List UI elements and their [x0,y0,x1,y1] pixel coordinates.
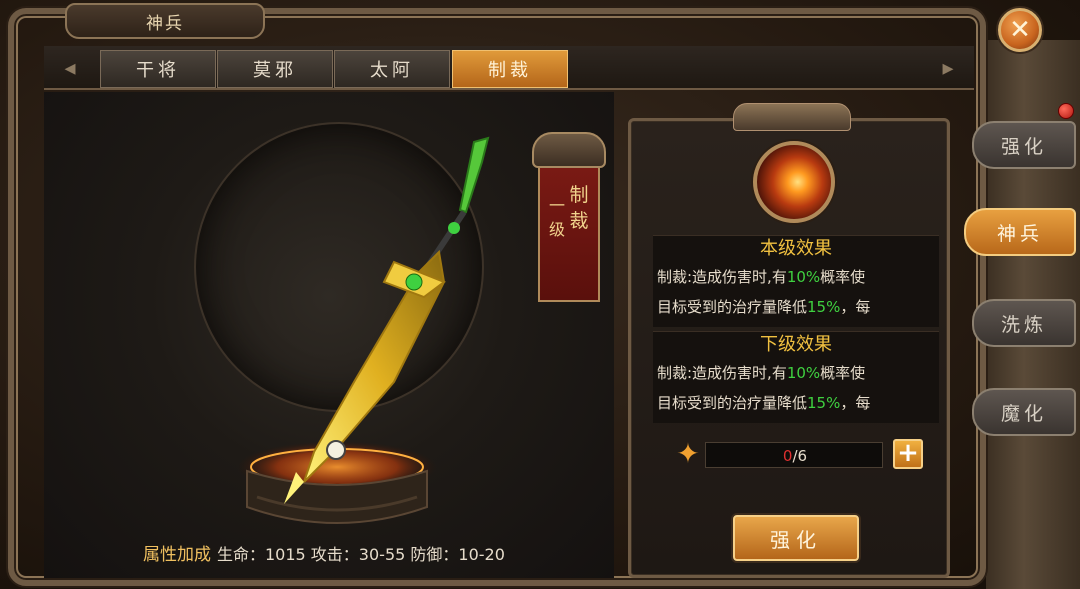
rank-name-text: 制裁 [569,184,589,232]
tab-mo-ye[interactable]: 莫邪 [217,50,333,88]
progress-bar: 0/6 [705,442,883,468]
current-effect-title: 本级效果 [760,238,832,259]
attribute-bonus-values: 生命：1015 攻击：30-55 防御：10-20 [217,545,505,564]
current-effect-line-1: 制裁:造成伤害时,有10%概率使 [657,268,866,286]
panel-crest [733,103,851,131]
close-icon: ✕ [1009,15,1031,45]
current-effect-line-2: 目标受到的治疗量降低15%，每 [657,298,871,316]
strengthen-button[interactable]: 强化 [733,515,859,561]
side-tab-divine-weapon[interactable]: 神兵 [964,208,1076,256]
upgrade-progress: ✦ 0/6 + [671,437,931,471]
tab-prev-arrow-icon[interactable]: ◂ [58,54,82,82]
tab-gan-jiang[interactable]: 干将 [100,50,216,88]
skill-fire-icon [753,141,835,223]
weapon-display-panel: 一级 制裁 属性加成 生命：1015 攻击：30-55 防御：10-20 [44,92,614,578]
rank-level-text: 一级 [548,196,565,239]
add-material-button[interactable]: + [893,439,923,469]
rank-banner: 一级 制裁 [532,132,606,310]
rank-banner-cap [532,132,606,168]
close-button[interactable]: ✕ [998,8,1042,52]
tab-zhi-cai[interactable]: 制裁 [452,50,568,88]
zhi-cai-weapon-image [284,136,490,504]
progress-text: 0/6 [782,447,808,465]
next-effect-line-2: 目标受到的治疗量降低15%，每 [657,394,871,412]
effect-info-panel: 本级效果 制裁:造成伤害时,有10%概率使 目标受到的治疗量降低15%，每 下级… [628,103,950,578]
plus-icon: + [897,438,919,468]
attribute-bonus-label: 属性加成 [143,545,211,565]
tab-tai-e[interactable]: 太阿 [334,50,450,88]
next-effect-line-1: 制裁:造成伤害时,有10%概率使 [657,364,866,382]
next-effect-title: 下级效果 [760,334,832,355]
rank-crest-icon: ✦ [676,437,700,470]
side-tab-strengthen[interactable]: 强化 [972,121,1076,169]
weapon-tab-bar: ◂ 干将 莫邪 太阿 制裁 ▸ [44,46,974,90]
attribute-bonus: 属性加成 生命：1015 攻击：30-55 防御：10-20 [143,540,505,565]
game-window: 神兵 ✕ ◂ 干将 莫邪 太阿 制裁 ▸ 一级 制裁 属性加成 生命：1015 … [0,0,1080,589]
notification-dot [1058,103,1074,119]
current-effect-box: 本级效果 制裁:造成伤害时,有10%概率使 目标受到的治疗量降低15%，每 [653,235,939,327]
side-tab-refine[interactable]: 洗炼 [972,299,1076,347]
side-tab-demonize[interactable]: 魔化 [972,388,1076,436]
tab-next-arrow-icon[interactable]: ▸ [936,54,960,82]
window-title: 神兵 [65,3,265,39]
next-effect-box: 下级效果 制裁:造成伤害时,有10%概率使 目标受到的治疗量降低15%，每 [653,331,939,423]
